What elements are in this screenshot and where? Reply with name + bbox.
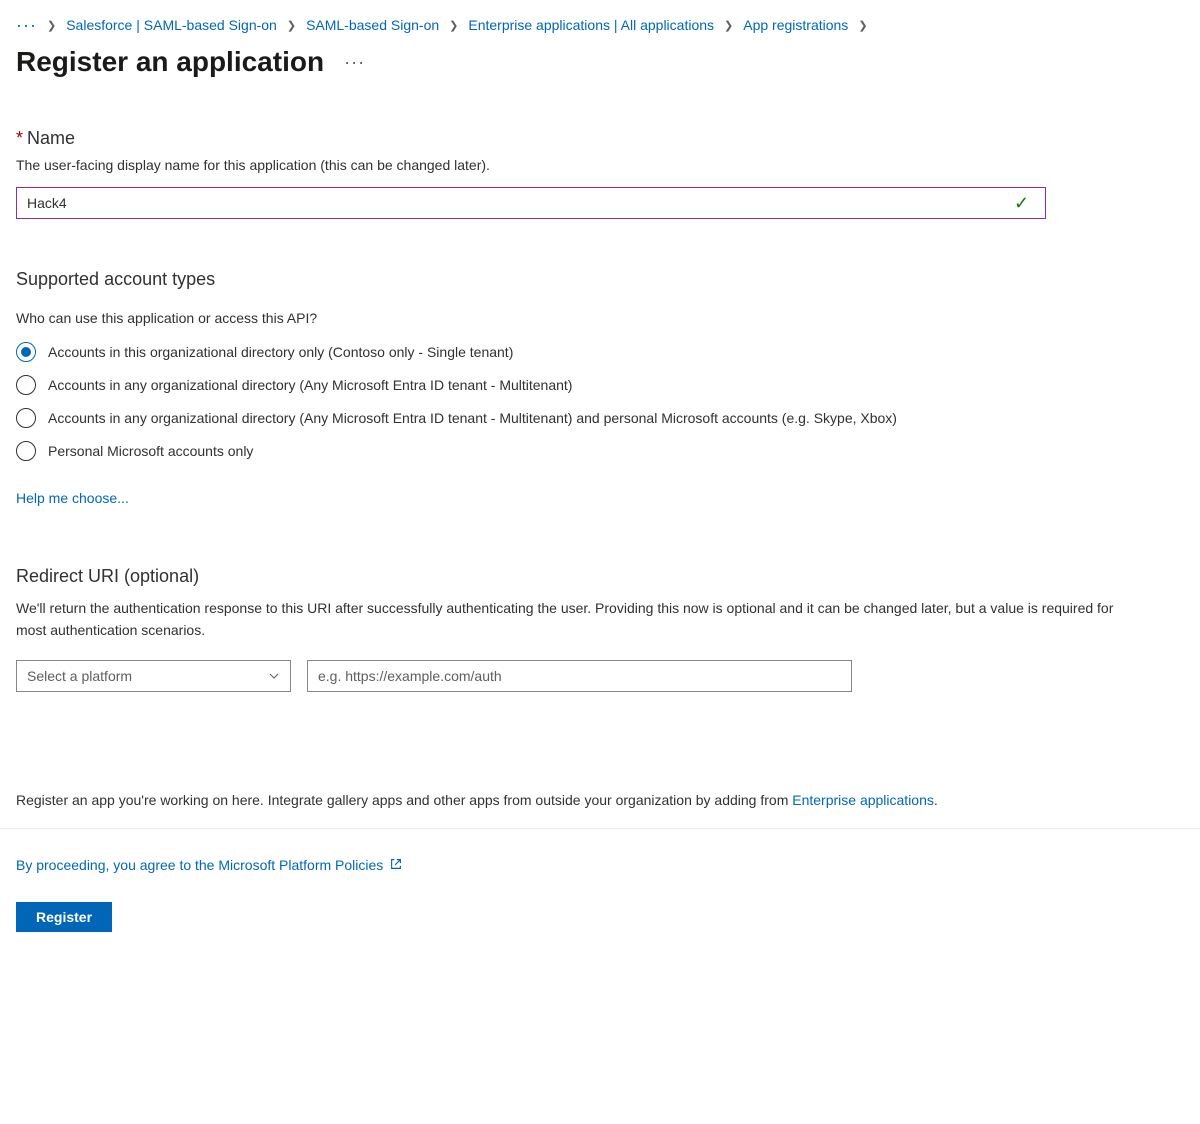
chevron-right-icon: ❯	[724, 19, 733, 32]
external-link-icon	[389, 857, 403, 874]
account-types-radio-group: Accounts in this organizational director…	[16, 342, 1184, 462]
footer-note: Register an app you're working on here. …	[16, 792, 1184, 808]
redirect-uri-description: We'll return the authentication response…	[16, 597, 1146, 642]
enterprise-applications-link[interactable]: Enterprise applications	[792, 792, 934, 808]
name-input[interactable]	[16, 187, 1046, 219]
redirect-uri-heading: Redirect URI (optional)	[16, 566, 1184, 587]
help-me-choose-link[interactable]: Help me choose...	[16, 490, 129, 506]
radio-icon	[16, 375, 36, 395]
breadcrumb-overflow-icon[interactable]: ···	[16, 16, 37, 34]
radio-multitenant-personal[interactable]: Accounts in any organizational directory…	[16, 408, 1184, 429]
radio-single-tenant[interactable]: Accounts in this organizational director…	[16, 342, 1184, 363]
more-actions-icon[interactable]: ···	[344, 52, 365, 73]
radio-label: Accounts in this organizational director…	[48, 342, 513, 363]
chevron-right-icon: ❯	[47, 19, 56, 32]
radio-icon	[16, 408, 36, 428]
page-title: Register an application	[16, 46, 324, 78]
platform-select[interactable]: Select a platform	[16, 660, 291, 692]
radio-multitenant[interactable]: Accounts in any organizational directory…	[16, 375, 1184, 396]
radio-label: Personal Microsoft accounts only	[48, 441, 253, 462]
redirect-uri-input[interactable]	[307, 660, 852, 692]
name-description: The user-facing display name for this ap…	[16, 157, 1184, 173]
breadcrumb: ··· ❯ Salesforce | SAML-based Sign-on ❯ …	[16, 16, 1184, 34]
radio-icon	[16, 342, 36, 362]
chevron-right-icon: ❯	[287, 19, 296, 32]
register-button[interactable]: Register	[16, 902, 112, 932]
platform-select-placeholder: Select a platform	[27, 668, 132, 684]
radio-icon	[16, 441, 36, 461]
chevron-down-icon	[268, 670, 280, 685]
breadcrumb-link[interactable]: App registrations	[743, 17, 848, 33]
breadcrumb-link[interactable]: Salesforce | SAML-based Sign-on	[66, 17, 277, 33]
required-star-icon: *	[16, 128, 23, 148]
account-types-question: Who can use this application or access t…	[16, 310, 1184, 326]
radio-label: Accounts in any organizational directory…	[48, 375, 572, 396]
account-types-heading: Supported account types	[16, 269, 1184, 290]
platform-policies-link[interactable]: By proceeding, you agree to the Microsof…	[16, 857, 403, 874]
radio-label: Accounts in any organizational directory…	[48, 408, 897, 429]
radio-personal-only[interactable]: Personal Microsoft accounts only	[16, 441, 1184, 462]
name-label: *Name	[16, 128, 1184, 149]
chevron-right-icon: ❯	[449, 19, 458, 32]
chevron-right-icon: ❯	[858, 19, 867, 32]
breadcrumb-link[interactable]: SAML-based Sign-on	[306, 17, 439, 33]
breadcrumb-link[interactable]: Enterprise applications | All applicatio…	[468, 17, 714, 33]
